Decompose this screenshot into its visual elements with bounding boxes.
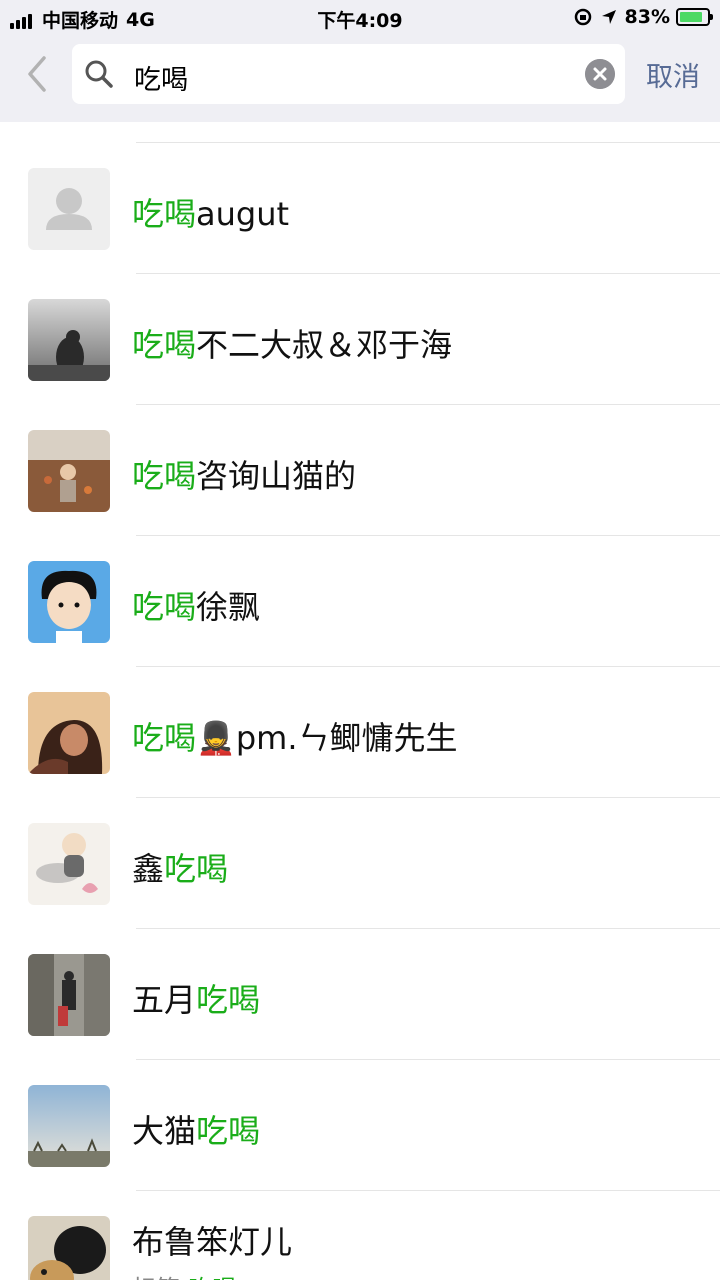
contact-name: 吃喝不二大叔＆邓于海 bbox=[132, 320, 452, 366]
avatar bbox=[28, 823, 110, 905]
contact-name: 鑫吃喝 bbox=[132, 844, 228, 890]
search-header: 吃喝 取消 bbox=[0, 38, 720, 122]
search-query[interactable]: 吃喝 bbox=[134, 58, 188, 97]
name-text: 不二大叔＆邓于海 bbox=[196, 326, 453, 364]
name-text: 大猫 bbox=[132, 1112, 197, 1150]
clear-icon[interactable] bbox=[585, 59, 615, 89]
result-row[interactable]: 吃喝咨询山猫的 bbox=[0, 405, 720, 536]
match-highlight: 吃喝 bbox=[132, 588, 197, 626]
match-highlight: 吃喝 bbox=[196, 981, 261, 1019]
avatar bbox=[28, 168, 110, 250]
match-highlight: 吃喝 bbox=[164, 850, 229, 888]
contact-name: 吃喝augut bbox=[132, 189, 289, 235]
match-highlight: 吃喝 bbox=[196, 1112, 261, 1150]
avatar bbox=[28, 430, 110, 512]
avatar bbox=[28, 692, 110, 774]
match-highlight: 吃喝 bbox=[132, 457, 197, 495]
result-row[interactable]: 吃喝徐飘 bbox=[0, 536, 720, 667]
contact-name: 五月吃喝 bbox=[132, 975, 260, 1021]
status-right: 83% bbox=[573, 6, 713, 28]
results-list: 吃喝augut 吃喝不二大叔＆邓于海 吃喝咨询山猫的 吃喝徐飘 吃喝💂pm.ㄣ鲫慵先生鑫… bbox=[0, 122, 720, 1280]
name-text: 鑫 bbox=[132, 850, 165, 888]
battery-fill bbox=[680, 12, 702, 22]
contact-name: 大猫吃喝 bbox=[132, 1106, 260, 1152]
name-text: 五月 bbox=[132, 981, 197, 1019]
match-highlight: 吃喝 bbox=[132, 719, 197, 757]
contact-name: 吃喝💂pm.ㄣ鲫慵先生 bbox=[132, 713, 458, 759]
name-text: 徐飘 bbox=[196, 588, 261, 626]
match-highlight: 吃喝 bbox=[132, 195, 197, 233]
match-highlight: 吃喝 bbox=[132, 326, 197, 364]
search-input[interactable]: 吃喝 bbox=[72, 44, 625, 104]
cancel-button[interactable]: 取消 bbox=[646, 55, 700, 94]
result-row[interactable]: 大猫吃喝 bbox=[0, 1060, 720, 1191]
avatar bbox=[28, 1085, 110, 1167]
rotation-lock-icon bbox=[574, 8, 591, 26]
name-text: 咨询山猫的 bbox=[196, 457, 357, 495]
tag-label: 标签: bbox=[132, 1275, 188, 1280]
avatar bbox=[28, 954, 110, 1036]
name-text: 💂pm.ㄣ鲫慵先生 bbox=[196, 719, 458, 757]
search-icon bbox=[85, 60, 113, 88]
tag-line: 标签:吃喝 bbox=[132, 1269, 236, 1280]
back-chevron-icon[interactable] bbox=[18, 54, 58, 94]
name-text: augut bbox=[196, 195, 290, 233]
contact-name: 吃喝徐飘 bbox=[132, 582, 260, 628]
result-row[interactable]: 吃喝augut bbox=[0, 143, 720, 274]
match-highlight: 吃喝 bbox=[188, 1275, 236, 1280]
status-bar: 中国移动 4G 下午4:09 83% bbox=[0, 0, 720, 38]
location-icon bbox=[601, 10, 616, 24]
battery-icon bbox=[676, 8, 713, 26]
result-row[interactable]: 五月吃喝 bbox=[0, 929, 720, 1060]
result-row[interactable]: 布鲁笨灯儿标签:吃喝 bbox=[0, 1191, 720, 1280]
result-row[interactable]: 吃喝💂pm.ㄣ鲫慵先生 bbox=[0, 667, 720, 798]
result-row[interactable]: 吃喝不二大叔＆邓于海 bbox=[0, 274, 720, 405]
contact-name: 吃喝咨询山猫的 bbox=[132, 451, 356, 497]
avatar bbox=[28, 1216, 110, 1280]
avatar bbox=[28, 561, 110, 643]
result-row[interactable]: 鑫吃喝 bbox=[0, 798, 720, 929]
contact-name: 布鲁笨灯儿 bbox=[132, 1217, 292, 1263]
name-text: 布鲁笨灯儿 bbox=[132, 1223, 293, 1261]
battery-percent: 83% bbox=[624, 6, 670, 28]
avatar bbox=[28, 299, 110, 381]
